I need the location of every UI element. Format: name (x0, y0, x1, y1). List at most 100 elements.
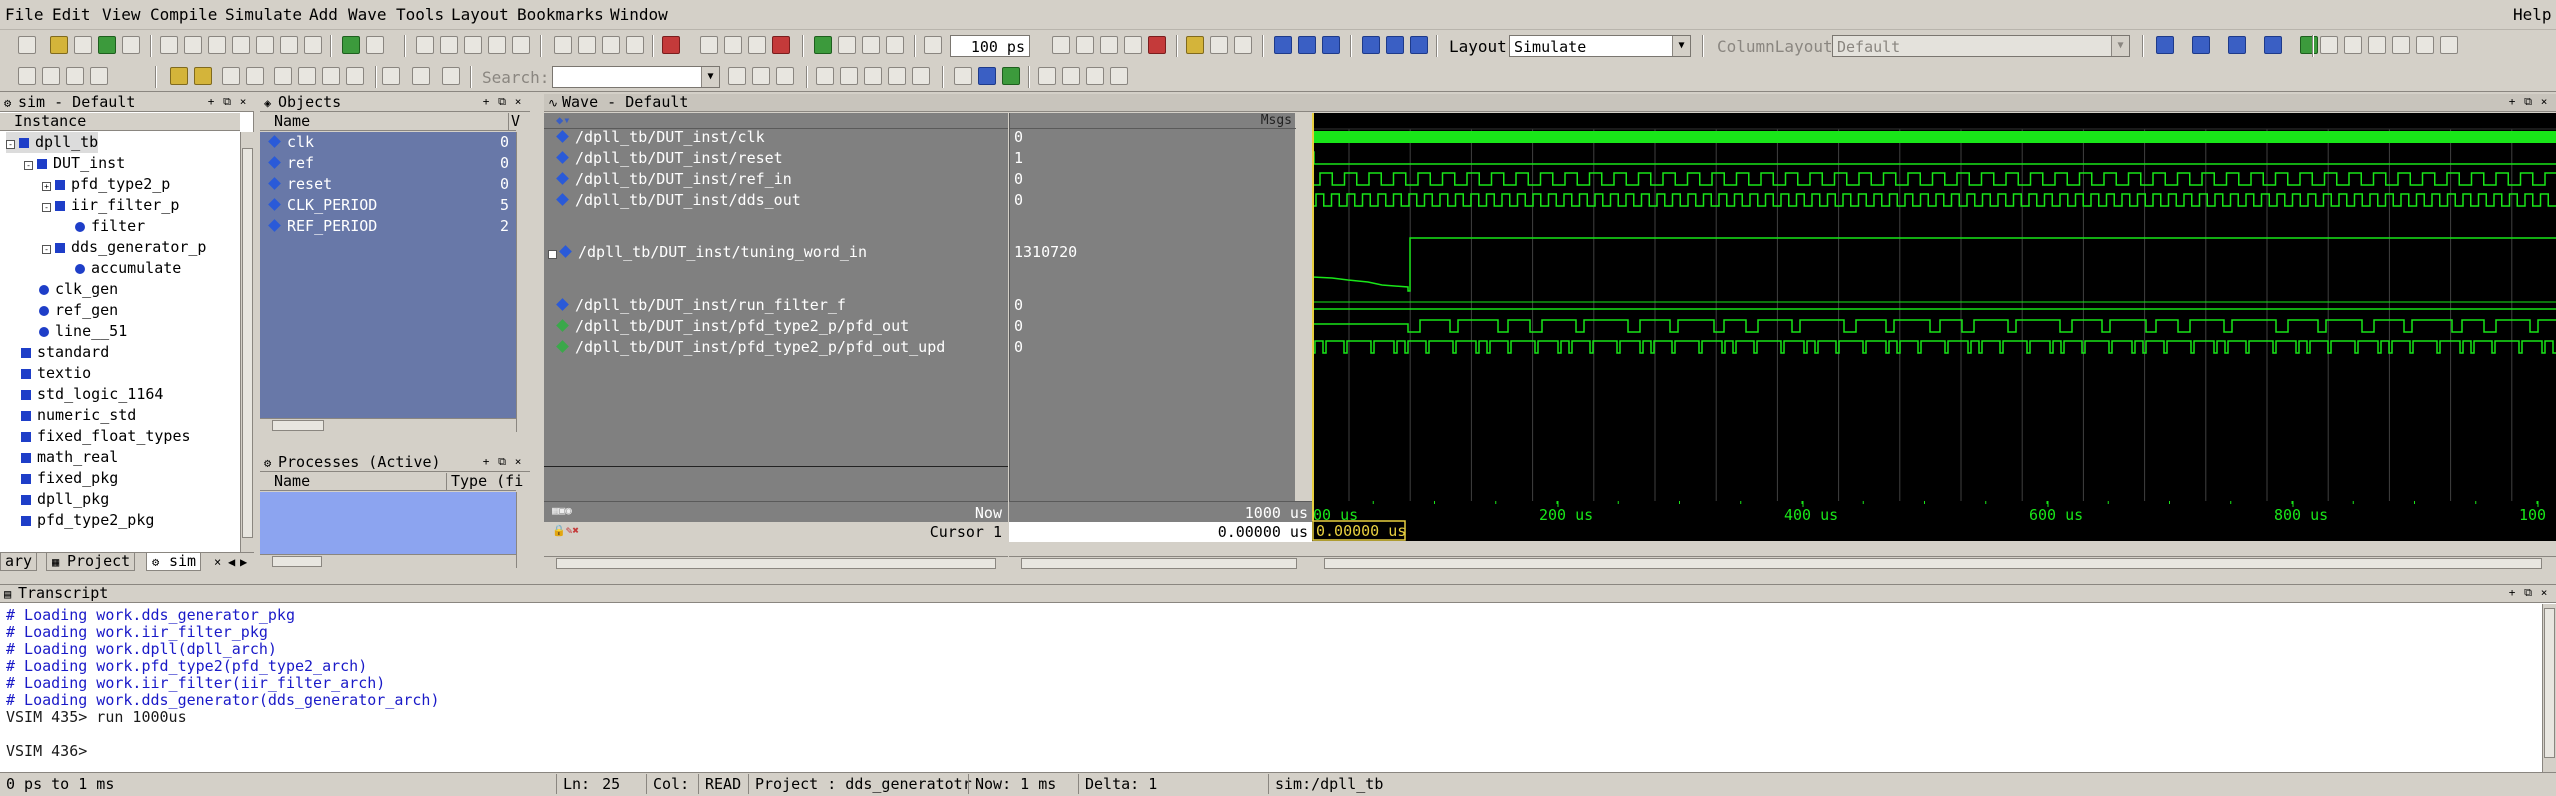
chevron-down-icon[interactable]: ▼ (1672, 36, 1690, 56)
sim-icon[interactable] (18, 67, 36, 85)
performance-icon[interactable] (1186, 36, 1204, 54)
break-icon[interactable] (662, 36, 680, 54)
tree-item[interactable]: fixed_pkg (6, 468, 118, 489)
break-run-icon[interactable] (1124, 36, 1142, 54)
zoom-full-icon[interactable] (864, 67, 882, 85)
menu-wave[interactable]: Wave (348, 5, 387, 24)
menu-tools[interactable]: Tools (396, 5, 444, 24)
close-tab-icon[interactable]: × (214, 555, 221, 569)
step-icon[interactable] (700, 36, 718, 54)
scrollbar-thumb[interactable] (1021, 558, 1297, 569)
wave-list-icon[interactable] (978, 67, 996, 85)
tree-item[interactable]: numeric_std (6, 405, 136, 426)
signal-row[interactable]: /dpll_tb/DUT_inst/clk (556, 127, 998, 148)
scrollbar-thumb[interactable] (242, 148, 253, 538)
step-out-icon[interactable] (748, 36, 766, 54)
step-last-icon[interactable] (1410, 36, 1428, 54)
dataflow-mode-icon[interactable] (626, 36, 644, 54)
values-hscroll[interactable] (1009, 556, 1312, 570)
undo-icon[interactable] (232, 36, 250, 54)
edge-rising-icon[interactable] (346, 67, 364, 85)
menu-simulate[interactable]: Simulate (225, 5, 302, 24)
collapse-icon[interactable] (304, 36, 322, 54)
pin-icon[interactable]: + (205, 96, 217, 108)
step-into-icon[interactable] (1274, 36, 1292, 54)
tree-item[interactable]: pfd_type2_pkg (6, 510, 154, 531)
wave-compare-icon[interactable] (2228, 36, 2246, 54)
pin-icon[interactable]: + (480, 96, 492, 108)
signal-row[interactable]: /dpll_tb/DUT_inst/pfd_type2_p/pfd_out (556, 316, 998, 337)
menu-help[interactable]: Help (2513, 5, 2552, 24)
scrollbar-thumb[interactable] (272, 420, 324, 431)
chevron-down-icon[interactable]: ▼ (2111, 36, 2129, 56)
select-mode-icon[interactable] (554, 36, 572, 54)
wave-edit-icon[interactable] (2192, 36, 2210, 54)
menu-compile[interactable]: Compile (150, 5, 217, 24)
edge-next-icon[interactable] (298, 67, 316, 85)
signal-row[interactable]: /dpll_tb/DUT_inst/run_filter_f (556, 295, 998, 316)
cursor-prev-icon[interactable] (222, 67, 240, 85)
search-input[interactable]: ▼ (552, 66, 720, 88)
tree-item[interactable]: clk_gen (24, 279, 118, 300)
pin-icon[interactable]: + (480, 456, 492, 468)
back-icon[interactable] (862, 36, 880, 54)
tree-item[interactable]: filter (60, 216, 145, 237)
step-over-blue-icon[interactable] (1298, 36, 1316, 54)
sim-vscroll[interactable] (240, 132, 254, 552)
object-row[interactable]: clk 0 (268, 132, 516, 153)
wave-signal-icon[interactable] (1002, 67, 1020, 85)
close-icon[interactable]: × (512, 456, 524, 468)
names-hscroll[interactable] (544, 556, 1008, 570)
tree-item[interactable]: dpll_pkg (6, 489, 109, 510)
close-icon[interactable]: × (512, 96, 524, 108)
objects-hscroll[interactable] (260, 418, 516, 432)
cursor-next-icon[interactable] (246, 67, 264, 85)
radix-decimal-icon[interactable] (2368, 36, 2386, 54)
waveform-canvas[interactable] (1312, 113, 2556, 501)
object-row[interactable]: CLK_PERIOD 5 (268, 195, 516, 216)
edit-mode-icon[interactable] (602, 36, 620, 54)
scrollbar-thumb[interactable] (2544, 608, 2555, 758)
wave-view-icon[interactable] (954, 67, 972, 85)
stop-run-icon[interactable] (1148, 36, 1166, 54)
zoom-in-icon[interactable] (816, 67, 834, 85)
forward-icon[interactable] (886, 36, 904, 54)
zoom-out-icon[interactable] (840, 67, 858, 85)
menu-view[interactable]: View (102, 5, 141, 24)
menu-edit[interactable]: Edit (52, 5, 91, 24)
expand-icon[interactable]: + (548, 250, 557, 259)
collapse-icon[interactable]: - (6, 140, 15, 149)
menu-layout[interactable]: Layout (451, 5, 509, 24)
radix-format-icon[interactable] (2440, 36, 2458, 54)
step-next-icon[interactable] (1386, 36, 1404, 54)
paste-icon[interactable] (208, 36, 226, 54)
cursor-add-icon[interactable] (170, 67, 188, 85)
search-icon[interactable] (728, 67, 746, 85)
reload-icon[interactable] (98, 36, 116, 54)
run-icon[interactable] (1052, 36, 1070, 54)
objects-vscroll[interactable] (516, 132, 530, 432)
run-length-icon[interactable] (924, 36, 942, 54)
open-folder-icon[interactable] (50, 36, 68, 54)
sim-debug-icon[interactable] (42, 67, 60, 85)
collapse-all-icon[interactable] (442, 67, 460, 85)
expand-icon[interactable] (382, 67, 400, 85)
transcript-vscroll[interactable] (2542, 604, 2556, 773)
signal-row[interactable]: /dpll_tb/DUT_inst/reset (556, 148, 998, 169)
step-out-blue-icon[interactable] (1322, 36, 1340, 54)
objects-name-header[interactable]: Name (260, 113, 508, 131)
collapse-icon[interactable]: - (42, 203, 51, 212)
tree-item[interactable]: + pfd_type2_p (42, 174, 170, 195)
save-icon[interactable] (74, 36, 92, 54)
sim-restart-icon[interactable] (90, 67, 108, 85)
wave-tools-icon[interactable]: ◆▾ (556, 113, 570, 127)
expand-all-icon[interactable] (412, 67, 430, 85)
cut-wave-icon[interactable] (416, 36, 434, 54)
wave-zoom-icon[interactable] (2156, 36, 2174, 54)
dropdown-icon[interactable] (366, 36, 384, 54)
tree-item[interactable]: std_logic_1164 (6, 384, 163, 405)
objects-value-header[interactable]: V (508, 113, 520, 131)
wave-style-icon[interactable] (1038, 67, 1056, 85)
wave-high-icon[interactable] (1086, 67, 1104, 85)
tree-item[interactable]: line__51 (24, 321, 127, 342)
